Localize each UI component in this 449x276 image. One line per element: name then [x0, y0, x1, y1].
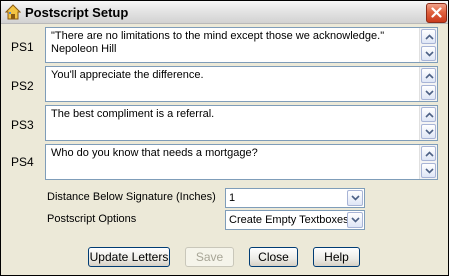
ps2-scrollbar[interactable]: [419, 67, 437, 101]
help-button[interactable]: Help: [313, 247, 360, 267]
postscript-options-label: Postscript Options: [47, 213, 137, 225]
ps4-label: PS4: [11, 155, 34, 169]
update-letters-button[interactable]: Update Letters: [88, 247, 170, 267]
ps3-scrollbar[interactable]: [419, 106, 437, 140]
distance-below-signature-select[interactable]: 1: [225, 188, 365, 208]
close-button[interactable]: Close: [249, 247, 298, 267]
ps3-textarea[interactable]: The best compliment is a referral.: [45, 105, 438, 141]
postscript-options-dropdown-button[interactable]: [347, 212, 363, 228]
title-bar[interactable]: Postscript Setup: [1, 1, 448, 24]
ps2-scroll-down-button[interactable]: [421, 85, 436, 100]
postscript-options-value: Create Empty Textboxes: [229, 214, 349, 226]
chevron-up-icon: [425, 151, 434, 157]
chevron-down-icon: [425, 129, 434, 135]
ps2-scroll-up-button[interactable]: [421, 68, 436, 83]
ps3-label: PS3: [11, 118, 34, 132]
ps1-scrollbar[interactable]: [419, 28, 437, 62]
chevron-down-icon: [425, 51, 434, 57]
ps2-textarea[interactable]: You'll appreciate the difference.: [45, 66, 438, 102]
close-window-button[interactable]: [426, 3, 447, 23]
chevron-down-icon: [351, 217, 360, 223]
ps4-text[interactable]: Who do you know that needs a mortgage?: [51, 147, 416, 160]
ps4-textarea[interactable]: Who do you know that needs a mortgage?: [45, 144, 438, 180]
distance-dropdown-button[interactable]: [347, 190, 363, 206]
house-icon: [5, 4, 21, 20]
window-title: Postscript Setup: [25, 5, 129, 20]
close-icon: [431, 7, 442, 18]
chevron-up-icon: [425, 34, 434, 40]
ps1-text[interactable]: "There are no limitations to the mind ex…: [51, 30, 416, 56]
postscript-setup-dialog: Postscript Setup PS1 "There are no limit…: [0, 0, 449, 276]
ps3-scroll-up-button[interactable]: [421, 107, 436, 122]
chevron-down-icon: [351, 195, 360, 201]
distance-below-signature-label: Distance Below Signature (Inches): [47, 191, 216, 203]
chevron-up-icon: [425, 112, 434, 118]
ps1-scroll-down-button[interactable]: [421, 46, 436, 61]
ps1-scroll-up-button[interactable]: [421, 29, 436, 44]
ps2-label: PS2: [11, 79, 34, 93]
save-button[interactable]: Save: [185, 247, 234, 267]
ps2-text[interactable]: You'll appreciate the difference.: [51, 69, 416, 82]
ps4-scroll-up-button[interactable]: [421, 146, 436, 161]
ps4-scroll-down-button[interactable]: [421, 163, 436, 178]
ps3-scroll-down-button[interactable]: [421, 124, 436, 139]
postscript-options-select[interactable]: Create Empty Textboxes: [225, 210, 365, 230]
ps4-scrollbar[interactable]: [419, 145, 437, 179]
ps1-textarea[interactable]: "There are no limitations to the mind ex…: [45, 27, 438, 63]
ps3-text[interactable]: The best compliment is a referral.: [51, 108, 416, 121]
ps1-label: PS1: [11, 40, 34, 54]
chevron-up-icon: [425, 73, 434, 79]
chevron-down-icon: [425, 90, 434, 96]
chevron-down-icon: [425, 168, 434, 174]
distance-below-signature-value: 1: [229, 192, 236, 204]
